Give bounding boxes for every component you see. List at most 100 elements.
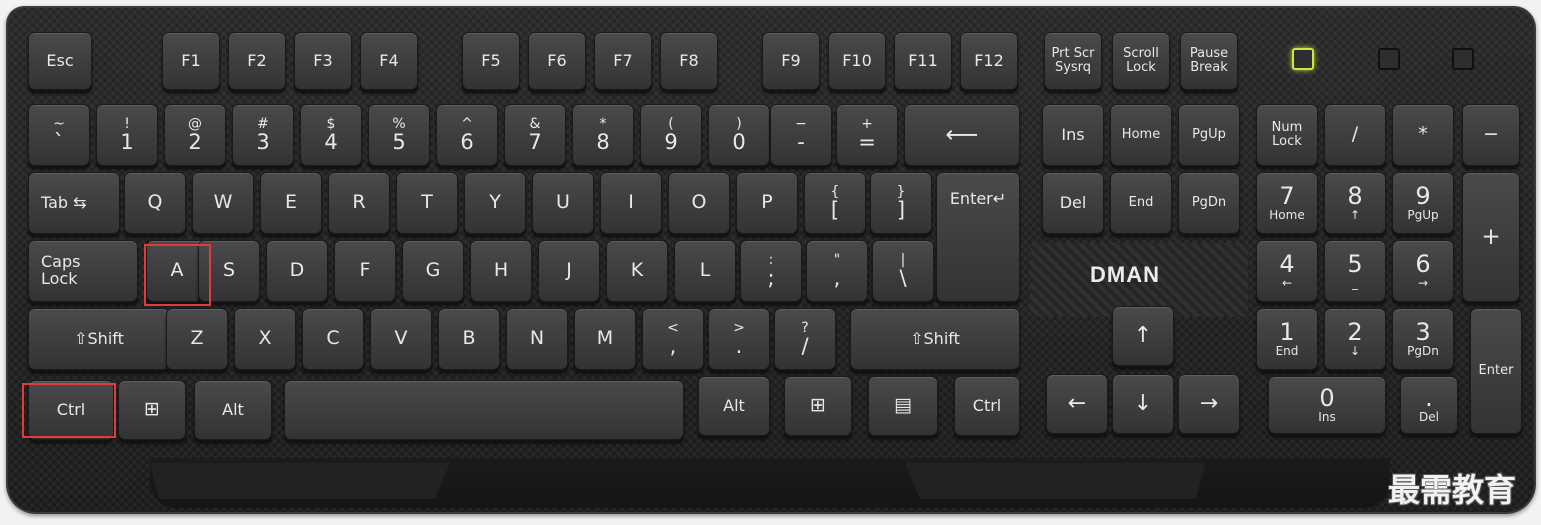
key-f11[interactable]: F11 [894, 32, 952, 90]
key-f10[interactable]: F10 [828, 32, 886, 90]
key-backslash[interactable]: | \ [872, 240, 934, 302]
key-arrow-down[interactable]: ↓ [1112, 374, 1174, 434]
key-numpad-divide[interactable]: / [1324, 104, 1386, 166]
key-l[interactable]: L [674, 240, 736, 302]
key-b[interactable]: B [438, 308, 500, 370]
key-backtick[interactable]: ~ ` [28, 104, 90, 166]
key-h[interactable]: H [470, 240, 532, 302]
key-7[interactable]: & 7 [504, 104, 566, 166]
key-num-lock[interactable]: Num Lock [1256, 104, 1318, 166]
key-u[interactable]: U [532, 172, 594, 234]
key-print-screen[interactable]: Prt Scr Sysrq [1044, 32, 1102, 90]
key-5[interactable]: % 5 [368, 104, 430, 166]
key-left-ctrl[interactable]: Ctrl [28, 380, 114, 440]
key-f1[interactable]: F1 [162, 32, 220, 90]
key-right-shift[interactable]: ⇧Shift [850, 308, 1020, 370]
key-right-bracket[interactable]: }] [870, 172, 932, 234]
key-pause[interactable]: Pause Break [1180, 32, 1238, 90]
key-z[interactable]: Z [166, 308, 228, 370]
key-f5[interactable]: F5 [462, 32, 520, 90]
key-x[interactable]: X [234, 308, 296, 370]
key-8[interactable]: * 8 [572, 104, 634, 166]
key-right-ctrl[interactable]: Ctrl [954, 376, 1020, 436]
key-f[interactable]: F [334, 240, 396, 302]
key-j[interactable]: J [538, 240, 600, 302]
key-f9[interactable]: F9 [762, 32, 820, 90]
key-f4[interactable]: F4 [360, 32, 418, 90]
key-minus[interactable]: − - [770, 104, 832, 166]
key-numpad-1[interactable]: 1 End [1256, 308, 1318, 370]
key-numpad-5[interactable]: 5 _ [1324, 240, 1386, 302]
key-equals[interactable]: + = [836, 104, 898, 166]
key-numpad-7[interactable]: 7 Home [1256, 172, 1318, 234]
key-numpad-subtract[interactable]: − [1462, 104, 1520, 166]
key-m[interactable]: M [574, 308, 636, 370]
key-f8[interactable]: F8 [660, 32, 718, 90]
key-v[interactable]: V [370, 308, 432, 370]
key-home[interactable]: Home [1110, 104, 1172, 166]
key-4[interactable]: $4 [300, 104, 362, 166]
key-t[interactable]: T [396, 172, 458, 234]
key-semicolon[interactable]: :; [740, 240, 802, 302]
key-page-down[interactable]: PgDn [1178, 172, 1240, 234]
key-arrow-up[interactable]: ↑ [1112, 306, 1174, 366]
key-delete[interactable]: Del [1042, 172, 1104, 234]
key-arrow-left[interactable]: ← [1046, 374, 1108, 434]
key-space[interactable] [284, 380, 684, 440]
key-3[interactable]: #3 [232, 104, 294, 166]
key-k[interactable]: K [606, 240, 668, 302]
key-left-bracket[interactable]: {[ [804, 172, 866, 234]
key-numpad-2[interactable]: 2 ↓ [1324, 308, 1386, 370]
key-f12[interactable]: F12 [960, 32, 1018, 90]
key-f2[interactable]: F2 [228, 32, 286, 90]
key-f7[interactable]: F7 [594, 32, 652, 90]
key-numpad-6[interactable]: 6 → [1392, 240, 1454, 302]
key-y[interactable]: Y [464, 172, 526, 234]
key-n[interactable]: N [506, 308, 568, 370]
key-r[interactable]: R [328, 172, 390, 234]
key-left-alt[interactable]: Alt [194, 380, 272, 440]
key-0[interactable]: ) 0 [708, 104, 770, 166]
key-quote[interactable]: ", [806, 240, 868, 302]
key-comma[interactable]: <, [642, 308, 704, 370]
key-numpad-add[interactable]: + [1462, 172, 1520, 302]
key-numpad-multiply[interactable]: * [1392, 104, 1454, 166]
key-enter[interactable]: Enter↵ [936, 172, 1020, 302]
key-s[interactable]: S [198, 240, 260, 302]
key-backspace[interactable]: ⟵ [904, 104, 1020, 166]
key-left-shift[interactable]: ⇧Shift [28, 308, 170, 370]
key-caps-lock[interactable]: Caps Lock [28, 240, 138, 302]
key-insert[interactable]: Ins [1042, 104, 1104, 166]
key-menu[interactable]: ▤ [868, 376, 938, 436]
key-9[interactable]: (9 [640, 104, 702, 166]
key-i[interactable]: I [600, 172, 662, 234]
key-right-windows[interactable]: ⊞ [784, 376, 852, 436]
key-page-up[interactable]: PgUp [1178, 104, 1240, 166]
key-right-alt[interactable]: Alt [698, 376, 770, 436]
key-end[interactable]: End [1110, 172, 1172, 234]
key-arrow-right[interactable]: → [1178, 374, 1240, 434]
key-scroll-lock[interactable]: Scroll Lock [1112, 32, 1170, 90]
key-numpad-8[interactable]: 8 ↑ [1324, 172, 1386, 234]
key-6[interactable]: ^ 6 [436, 104, 498, 166]
key-q[interactable]: Q [124, 172, 186, 234]
key-slash[interactable]: ? / [774, 308, 836, 370]
key-w[interactable]: W [192, 172, 254, 234]
key-period[interactable]: >. [708, 308, 770, 370]
key-numpad-enter[interactable]: Enter [1470, 308, 1522, 434]
key-numpad-0[interactable]: 0 Ins [1268, 376, 1386, 434]
key-e[interactable]: E [260, 172, 322, 234]
key-numpad-decimal[interactable]: . Del [1400, 376, 1458, 434]
key-d[interactable]: D [266, 240, 328, 302]
key-left-windows[interactable]: ⊞ [118, 380, 186, 440]
key-g[interactable]: G [402, 240, 464, 302]
key-f3[interactable]: F3 [294, 32, 352, 90]
key-numpad-3[interactable]: 3 PgDn [1392, 308, 1454, 370]
key-tab[interactable]: Tab ⇆ [28, 172, 120, 234]
key-p[interactable]: P [736, 172, 798, 234]
key-f6[interactable]: F6 [528, 32, 586, 90]
key-2[interactable]: @2 [164, 104, 226, 166]
key-1[interactable]: ! 1 [96, 104, 158, 166]
key-numpad-4[interactable]: 4 ← [1256, 240, 1318, 302]
key-c[interactable]: C [302, 308, 364, 370]
